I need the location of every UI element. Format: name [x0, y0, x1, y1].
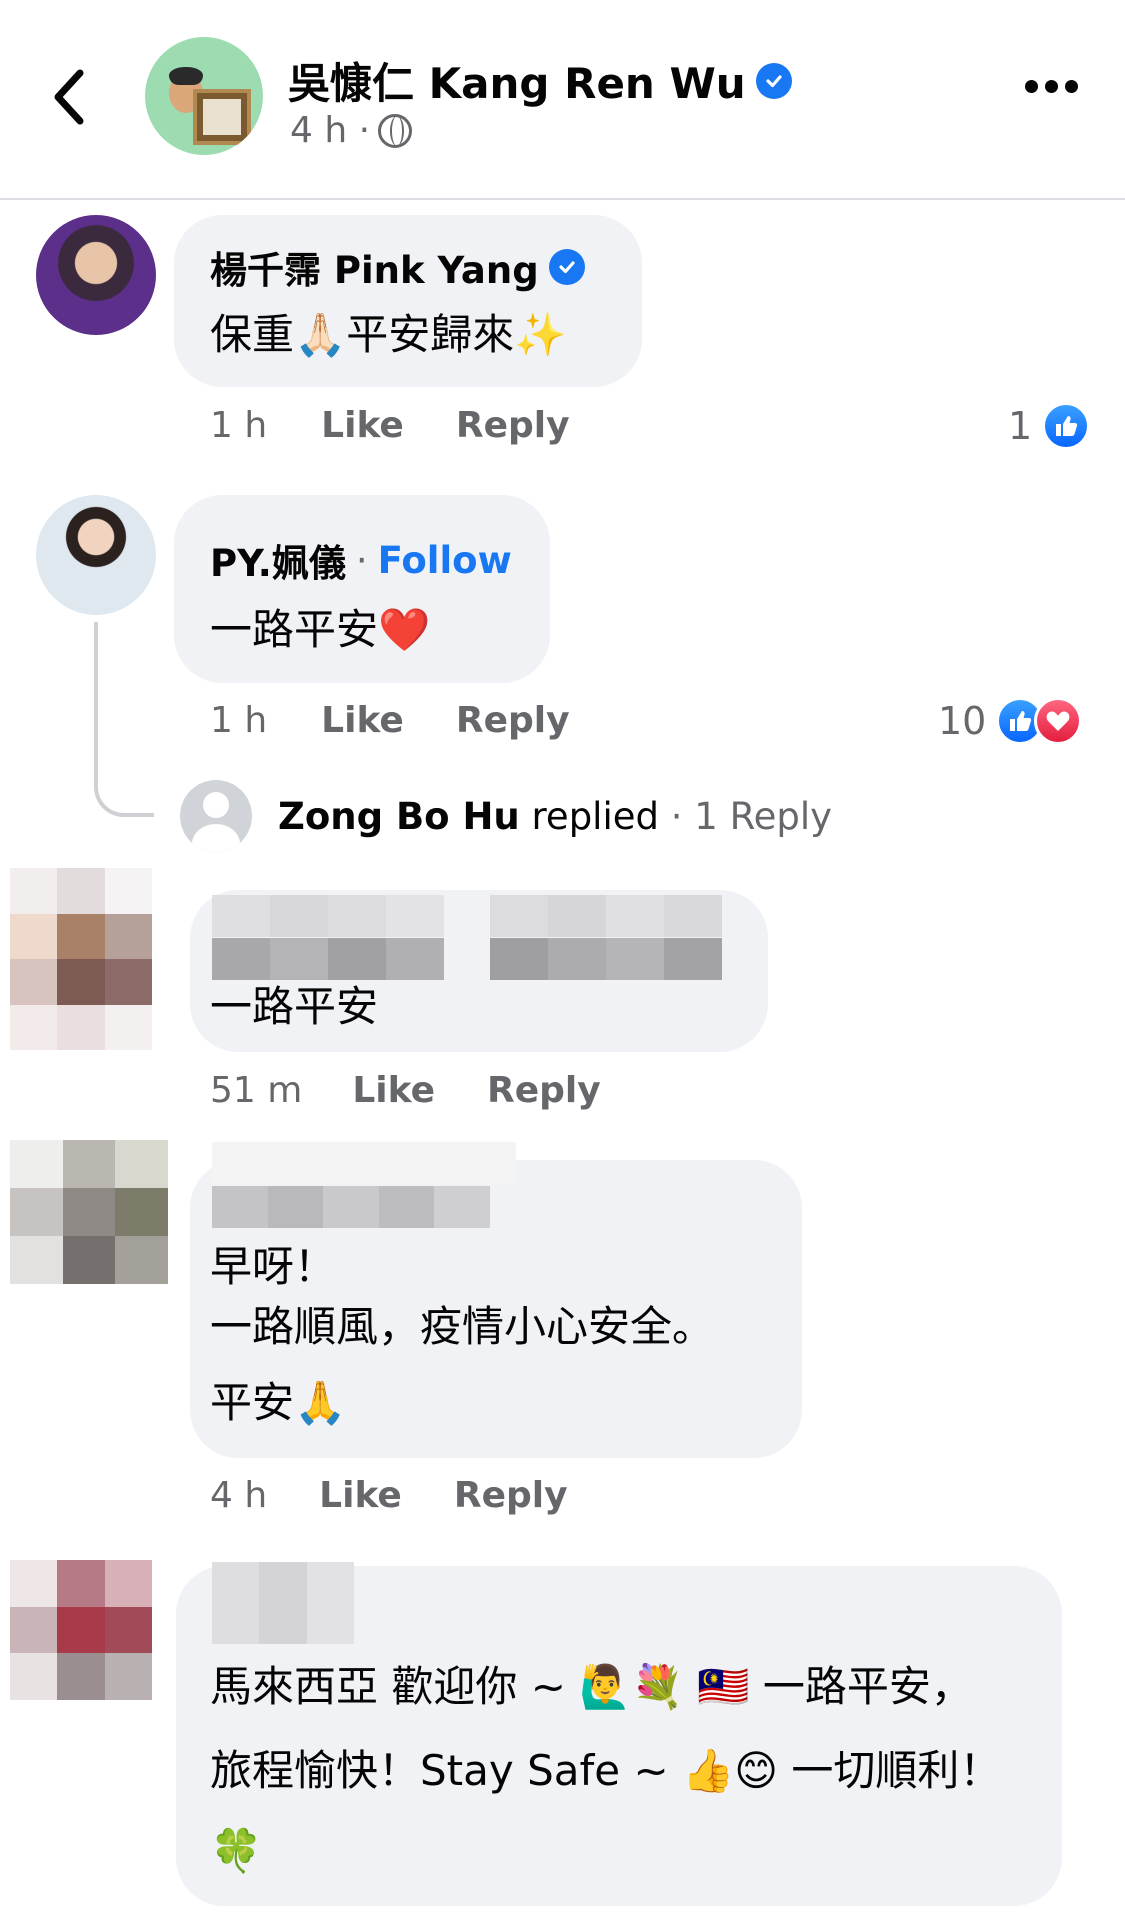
comment-actions: 1 h Like Reply — [210, 405, 570, 446]
reaction-count: 10 — [938, 699, 987, 743]
pixelated-author-name[interactable] — [212, 1562, 354, 1644]
comment-author[interactable]: 楊千霈 Pink Yang — [210, 240, 539, 294]
pixelated-author-name[interactable] — [212, 895, 444, 937]
verified-badge-icon — [755, 62, 792, 99]
comment-text-line2: 一路順風，疫情小心安全。 — [210, 1302, 715, 1351]
pixelated-avatar[interactable] — [10, 868, 152, 1050]
like-button[interactable]: Like — [321, 700, 404, 741]
reply-button[interactable]: Reply — [454, 1475, 568, 1516]
separator-dot: · — [355, 538, 368, 582]
comment-author-row: PY.姵儀 · Follow — [210, 533, 512, 587]
comment-time[interactable]: 1 h — [210, 405, 267, 446]
post-meta: 4 h · — [290, 110, 413, 151]
comment-text: 一路平安 — [210, 982, 379, 1031]
comment-time[interactable]: 1 h — [210, 700, 267, 741]
reply-author-avatar[interactable] — [180, 780, 252, 852]
comment-actions: 4 h Like Reply — [210, 1475, 568, 1516]
back-chevron-icon — [54, 69, 84, 125]
comment-time[interactable]: 4 h — [210, 1475, 267, 1516]
reaction-summary[interactable]: 10 — [938, 697, 1083, 745]
reply-author-name: Zong Bo Hu — [278, 795, 520, 838]
pixelated-author-name-top — [212, 1142, 516, 1184]
comment-text-line1: 馬來西亞 歡迎你 ~ 🙋‍♂️💐 🇲🇾 一路平安， — [210, 1662, 973, 1711]
reaction-summary[interactable]: 1 — [1008, 402, 1091, 450]
like-button[interactable]: Like — [352, 1070, 435, 1111]
comment-text-line2: 旅程愉快！Stay Safe ~ 👍😊 一切順利！ — [210, 1746, 1002, 1795]
pixelated-author-name-4 — [490, 938, 722, 980]
post-time[interactable]: 4 h · — [290, 110, 370, 151]
more-options-button[interactable] — [1025, 80, 1078, 93]
comment-text: 保重🙏🏻平安歸來✨ — [210, 310, 567, 359]
commenter-avatar[interactable] — [36, 495, 156, 615]
follow-button[interactable]: Follow — [378, 539, 512, 582]
comment-text-line3: 🍀 — [210, 1826, 263, 1875]
page-name-row[interactable]: 吳慷仁 Kang Ren Wu — [288, 50, 792, 111]
view-replies-link[interactable]: Zong Bo Hu replied · 1 Reply — [278, 795, 832, 838]
pixelated-avatar[interactable] — [10, 1140, 168, 1284]
reply-count: · 1 Reply — [670, 795, 833, 838]
reaction-count: 1 — [1008, 404, 1033, 448]
commenter-avatar[interactable] — [36, 215, 156, 335]
comment-text-line3: 平安🙏 — [210, 1378, 347, 1427]
comment-text: 一路平安❤️ — [210, 605, 431, 654]
like-reaction-icon — [1042, 402, 1091, 450]
post-header: 吳慷仁 Kang Ren Wu 4 h · — [0, 0, 1125, 200]
comment-time[interactable]: 51 m — [210, 1070, 302, 1111]
comment-actions: 1 h Like Reply — [210, 700, 570, 741]
like-button[interactable]: Like — [319, 1475, 402, 1516]
pixelated-author-name-2 — [212, 938, 444, 980]
reply-button[interactable]: Reply — [456, 700, 570, 741]
comment-actions: 51 m Like Reply — [210, 1070, 601, 1111]
pixelated-author-name[interactable] — [212, 1186, 490, 1228]
verified-badge-icon — [548, 249, 585, 285]
comment-author[interactable]: PY.姵儀 — [210, 533, 346, 587]
pixelated-author-name-3 — [490, 895, 722, 937]
back-button[interactable] — [44, 62, 94, 132]
page-name[interactable]: 吳慷仁 Kang Ren Wu — [288, 50, 746, 111]
replied-label: replied — [531, 795, 659, 838]
comment-author-row[interactable]: 楊千霈 Pink Yang — [210, 240, 585, 294]
more-dots-icon — [1025, 80, 1038, 93]
pixelated-avatar[interactable] — [10, 1560, 152, 1700]
reply-button[interactable]: Reply — [487, 1070, 601, 1111]
like-button[interactable]: Like — [321, 405, 404, 446]
thread-connector-line — [94, 622, 154, 817]
page-avatar[interactable] — [145, 37, 263, 155]
comment-text-line1: 早呀！ — [210, 1242, 337, 1291]
globe-icon — [378, 113, 413, 148]
love-reaction-icon — [1034, 697, 1083, 745]
reply-button[interactable]: Reply — [456, 405, 570, 446]
